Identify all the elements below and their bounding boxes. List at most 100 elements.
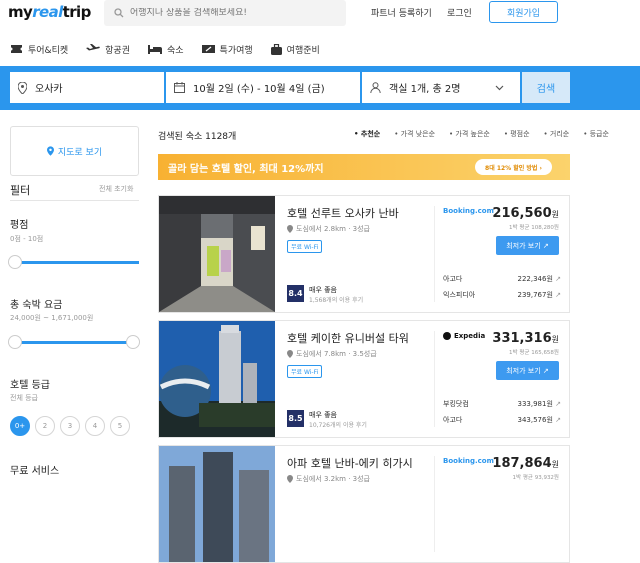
partner-link[interactable]: 파트너 등록하기: [371, 6, 432, 19]
rating-filter-title: 평점: [10, 220, 29, 231]
grade-sub-text: 전체 등급: [10, 394, 38, 402]
nav-item-stay[interactable]: 숙소: [147, 43, 184, 56]
hotel-card[interactable]: 아파 호텔 난바-에키 히가시 도심에서 3.2km · 3성급 Booking…: [158, 445, 570, 563]
per-night-price: 1박 평균 108,280원: [509, 225, 559, 231]
provider-logo: Booking.com: [443, 457, 494, 465]
price-slider[interactable]: [8, 335, 140, 349]
rating-range-text: 0점 - 10점: [10, 235, 44, 243]
search-input[interactable]: [130, 8, 330, 18]
hotel-photo[interactable]: [159, 446, 275, 562]
hotel-name[interactable]: 아파 호텔 난바-에키 히가시: [287, 455, 413, 471]
wifi-badge: 무료 Wi-Fi: [287, 365, 323, 378]
price-slider-min-handle[interactable]: [8, 335, 22, 349]
filter-title: 필터: [10, 184, 31, 197]
search-button[interactable]: 검색: [522, 72, 570, 103]
grade-star-options: 0+ 2 3 4 5: [10, 416, 135, 436]
sort-price-low[interactable]: • 가격 낮은순: [394, 129, 442, 139]
coupon-icon: [201, 45, 215, 53]
luggage-icon: [270, 43, 282, 55]
score-badge: 8.5: [287, 410, 304, 427]
nav-item-flight[interactable]: 항공권: [86, 43, 130, 56]
hotel-name[interactable]: 호텔 케이한 유니버설 타워: [287, 330, 409, 346]
sort-recommended[interactable]: • 추천순: [354, 129, 387, 139]
rating-slider[interactable]: [8, 255, 139, 269]
signup-button[interactable]: 회원가입: [489, 1, 558, 23]
hotel-card[interactable]: 호텔 선루트 오사카 난바 도심에서 2.8km · 3성급 무료 Wi-Fi …: [158, 195, 570, 313]
location-pin-icon: [287, 475, 293, 483]
bed-icon: [147, 45, 162, 54]
reset-filter-link[interactable]: 전체 초기화: [99, 184, 133, 194]
promo-detail-button[interactable]: 8대 12% 할인 방법 ›: [475, 159, 552, 175]
location-pin-icon: [18, 81, 27, 94]
review-count[interactable]: 1,568개의 이용 후기: [309, 295, 363, 304]
sort-options: • 추천순 • 가격 낮은순 • 가격 높은순 • 평점순 • 거리순 • 등급…: [354, 129, 623, 139]
sort-rating[interactable]: • 평점순: [504, 129, 537, 139]
provider-logo: Expedia: [443, 332, 485, 340]
grade-option-2[interactable]: 2: [35, 416, 55, 436]
hotel-card[interactable]: 호텔 케이한 유니버설 타워 도심에서 7.8km · 3.5성급 무료 Wi-…: [158, 320, 570, 438]
filter-sidebar: 지도로 보기 필터 전체 초기화 평점 0점 - 10점 총 숙박 요금 24,…: [0, 110, 148, 488]
free-service-title: 무료 서비스: [10, 466, 60, 477]
map-pin-icon: [46, 146, 54, 156]
promo-banner[interactable]: 골라 담는 호텔 할인, 최대 12%까지 8대 12% 할인 방법 ›: [158, 154, 570, 180]
chevron-down-icon: [495, 85, 504, 90]
guest-field[interactable]: 객실 1개, 총 2명: [362, 72, 520, 103]
ticket-icon: [11, 45, 22, 53]
category-nav: 투어&티켓 항공권 숙소 특가여행 여행준비: [0, 40, 328, 58]
hotel-name[interactable]: 호텔 선루트 오사카 난바: [287, 205, 399, 221]
sort-distance[interactable]: • 거리순: [544, 129, 577, 139]
grade-option-3[interactable]: 3: [60, 416, 80, 436]
logo[interactable]: myrealtrip: [8, 3, 91, 21]
nav-item-deal[interactable]: 특가여행: [201, 43, 253, 56]
wifi-badge: 무료 Wi-Fi: [287, 240, 323, 253]
other-offer-row[interactable]: 익스피디아 239,767원 ↗: [443, 290, 561, 300]
per-night-price: 1박 평균 165,658원: [509, 350, 559, 356]
other-offer-row[interactable]: 아고다 222,346원 ↗: [443, 274, 561, 284]
date-field[interactable]: 10월 2일 (수) - 10월 4일 (금): [166, 72, 360, 103]
external-link-icon: ↗: [542, 241, 549, 250]
rating-slider-handle[interactable]: [8, 255, 22, 269]
hotel-photo[interactable]: [159, 321, 275, 437]
external-link-icon: ↗: [542, 366, 549, 375]
external-link-icon: ↗: [555, 400, 561, 408]
hotel-location: 도심에서 3.2km · 3성급: [287, 474, 370, 484]
login-link[interactable]: 로그인: [447, 6, 472, 19]
search-box[interactable]: [104, 0, 346, 26]
grade-option-4[interactable]: 4: [85, 416, 105, 436]
score-badge: 8.4: [287, 285, 304, 302]
price-slider-max-handle[interactable]: [126, 335, 140, 349]
hotel-price: 331,316원: [492, 331, 559, 346]
nav-item-tour[interactable]: 투어&티켓: [10, 43, 68, 56]
external-link-icon: ↗: [555, 275, 561, 283]
calendar-icon: [174, 82, 185, 93]
divider: [434, 331, 435, 427]
other-offer-row[interactable]: 아고다 343,576원 ↗: [443, 415, 561, 425]
external-link-icon: ↗: [555, 416, 561, 424]
grade-option-5[interactable]: 5: [110, 416, 130, 436]
divider: [434, 206, 435, 302]
location-pin-icon: [287, 225, 293, 233]
hotel-location: 도심에서 2.8km · 3성급: [287, 224, 370, 234]
grade-option-0[interactable]: 0+: [10, 416, 30, 436]
search-band: 오사카 10월 2일 (수) - 10월 4일 (금) 객실 1개, 총 2명 …: [0, 66, 640, 110]
map-view-button[interactable]: 지도로 보기: [10, 126, 139, 176]
person-icon: [370, 82, 381, 93]
deal-button[interactable]: 최저가 보기 ↗: [496, 236, 559, 255]
grade-filter-title: 호텔 등급: [10, 380, 50, 391]
other-offer-row[interactable]: 부킹닷컴 333,981원 ↗: [443, 399, 561, 409]
location-field[interactable]: 오사카: [10, 72, 164, 103]
divider: [434, 456, 435, 552]
rating-text: 매우 좋음: [309, 411, 337, 419]
hotel-price: 187,864원: [492, 456, 559, 471]
header: myrealtrip 파트너 등록하기 로그인 회원가입 투어&티켓 항공권 숙…: [0, 0, 640, 70]
provider-logo: Booking.com: [443, 207, 494, 215]
nav-item-prep[interactable]: 여행준비: [270, 43, 320, 56]
search-icon: [114, 8, 124, 18]
hotel-photo[interactable]: [159, 196, 275, 312]
sort-grade[interactable]: • 등급순: [583, 129, 616, 139]
sort-price-high[interactable]: • 가격 높은순: [449, 129, 497, 139]
price-filter-title: 총 숙박 요금: [10, 300, 63, 311]
review-count[interactable]: 10,726개의 이용 후기: [309, 420, 367, 429]
expedia-icon: [443, 332, 451, 340]
deal-button[interactable]: 최저가 보기 ↗: [496, 361, 559, 380]
